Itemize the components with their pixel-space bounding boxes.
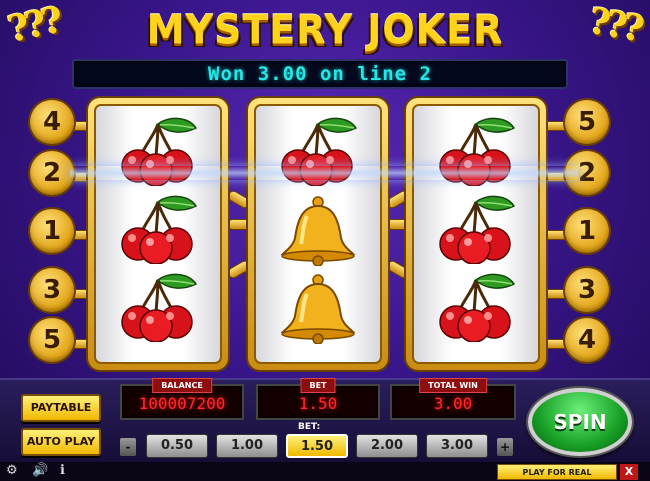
bet-option[interactable]: 0.50 — [146, 434, 208, 458]
cherry-icon — [256, 116, 380, 196]
reel-window — [94, 104, 222, 364]
sound-icon[interactable]: 🔊 — [32, 463, 48, 478]
winning-line-highlight — [70, 166, 578, 180]
bet-increase-button[interactable]: + — [497, 438, 513, 456]
cherry-icon — [96, 272, 220, 352]
line-indicator-right[interactable]: 4 — [565, 318, 609, 362]
message-bar: Won 3.00 on line 2 — [72, 59, 568, 89]
bet-option[interactable]: 2.00 — [356, 434, 418, 458]
spin-button[interactable]: SPIN — [528, 388, 632, 456]
line-indicator-left[interactable]: 1 — [30, 209, 74, 253]
line-indicator-right[interactable]: 1 — [565, 209, 609, 253]
balance-label: BALANCE — [152, 378, 212, 393]
total-win-label: TOTAL WIN — [419, 378, 487, 393]
bet-option[interactable]: 3.00 — [426, 434, 488, 458]
bet-decrease-button[interactable]: - — [120, 438, 136, 456]
bet-option-selected[interactable]: 1.50 — [286, 434, 348, 458]
autoplay-button[interactable]: AUTO PLAY — [21, 428, 101, 456]
line-indicator-left[interactable]: 4 — [30, 100, 74, 144]
bet-display: BET 1.50 — [256, 378, 380, 420]
game-stage: ??? ??? MYSTERY JOKER Won 3.00 on line 2… — [0, 0, 650, 481]
total-win-display: TOTAL WIN 3.00 — [390, 378, 516, 420]
line-indicator-left[interactable]: 5 — [30, 318, 74, 362]
bell-icon — [256, 194, 380, 274]
cherry-icon — [414, 116, 538, 196]
reel-window — [412, 104, 540, 364]
reel-2 — [248, 98, 388, 370]
line-indicator-right[interactable]: 5 — [565, 100, 609, 144]
game-title: MYSTERY JOKER — [146, 6, 504, 54]
cherry-icon — [414, 272, 538, 352]
info-icon[interactable]: ℹ — [60, 463, 65, 478]
cherry-icon — [96, 116, 220, 196]
bell-icon — [256, 272, 380, 352]
play-for-real-button[interactable]: PLAY FOR REAL — [497, 464, 617, 480]
close-button[interactable]: X — [620, 464, 638, 480]
balance-display: BALANCE 100007200 — [120, 378, 244, 420]
reel-3 — [406, 98, 546, 370]
line-indicator-left[interactable]: 3 — [30, 268, 74, 312]
bet-label: BET — [300, 378, 336, 393]
line-indicator-right[interactable]: 3 — [565, 268, 609, 312]
reel-1 — [88, 98, 228, 370]
win-message: Won 3.00 on line 2 — [208, 63, 432, 85]
bet-selector-label: BET: — [298, 422, 321, 432]
cherry-icon — [96, 194, 220, 274]
line-indicator-left[interactable]: 2 — [30, 151, 74, 195]
reel-window — [254, 104, 382, 364]
reel-connector — [228, 220, 250, 229]
bet-option[interactable]: 1.00 — [216, 434, 278, 458]
cherry-icon — [414, 194, 538, 274]
paytable-button[interactable]: PAYTABLE — [21, 394, 101, 422]
settings-icon[interactable]: ⚙ — [6, 463, 18, 478]
